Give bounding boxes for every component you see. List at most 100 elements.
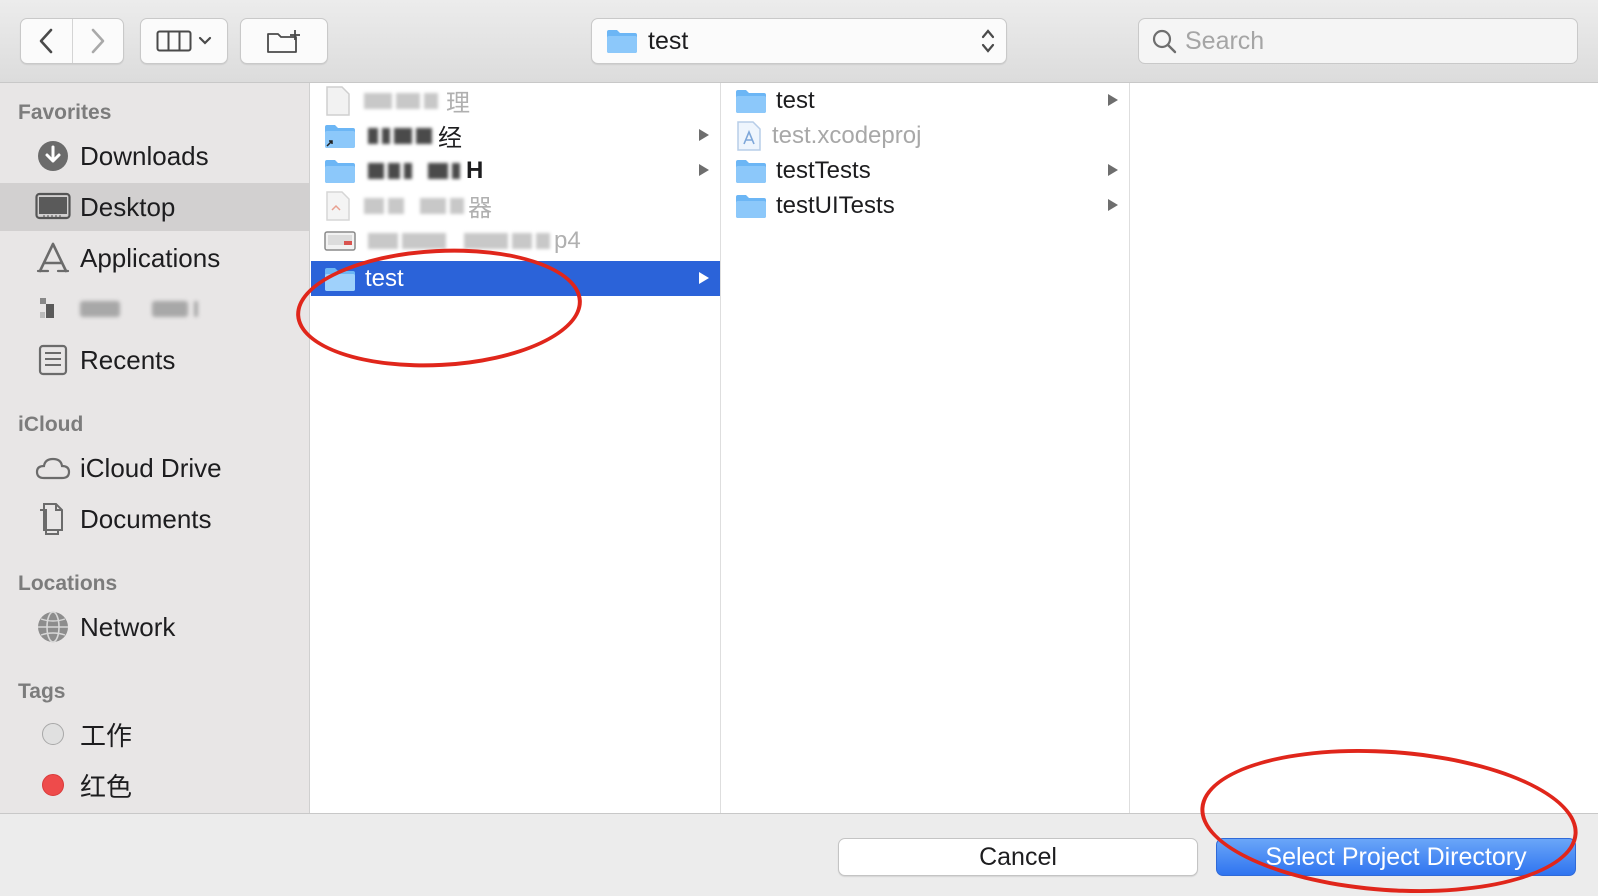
section-icloud: iCloud [18,413,84,436]
tag-gray-icon [42,723,64,745]
sidebar-item-label: Network [80,611,176,642]
search-field[interactable] [1138,18,1578,64]
file-name: testTests [776,156,871,184]
document-icon [326,190,350,221]
filename-fragment: 经 [438,125,462,152]
sidebar-item-downloads[interactable]: Downloads [0,132,309,180]
columns-view-icon [156,30,192,52]
file-row[interactable]: testUITests [722,188,1129,223]
cancel-button[interactable]: Cancel [838,838,1198,876]
chevron-down-icon [198,36,212,45]
file-row-selected[interactable]: test [311,261,720,296]
footer-bar: Cancel Select Project Directory [0,813,1598,896]
folder-icon [736,194,766,218]
sidebar-item-tag-red[interactable]: 红色 [0,761,309,809]
file-row[interactable]: test.xcodeproj [722,118,1129,153]
filename-fragment: 理 [446,90,470,117]
video-file-icon [324,230,356,251]
sidebar-item-label: iCloud Drive [80,452,222,483]
tag-icon-wrap [35,716,71,752]
applications-icon [35,240,71,276]
new-folder-icon [267,30,300,53]
documents-icon [35,501,71,537]
chevron-right-icon [91,28,105,54]
network-icon [35,609,71,645]
home-icon [35,291,71,327]
section-locations: Locations [18,572,118,595]
cloud-icon [35,450,71,486]
file-row[interactable]: 理 [311,83,720,118]
column-2: test test.xcodeproj testTests testUITest… [722,83,1130,813]
path-popup-button[interactable]: test [591,18,1007,64]
chevron-left-icon [39,28,53,54]
file-name: test [776,86,815,114]
sidebar-item-label: Recents [80,344,176,375]
document-icon [326,85,350,116]
sidebar-item-applications[interactable]: Applications [0,234,309,282]
tag-icon-wrap [35,767,71,803]
stepper-icon [981,29,995,53]
sidebar-item-label: Documents [80,503,212,534]
filename-fragment: p4 [554,226,581,254]
search-input[interactable] [1185,26,1565,56]
disclosure-arrow-icon [1108,199,1118,211]
sidebar-item-redacted[interactable] [0,285,309,333]
file-row[interactable]: p4 [311,223,720,258]
file-row[interactable]: 器 [311,188,720,223]
downloads-icon [35,138,71,174]
nav-button-group [20,18,124,64]
redacted-filename [368,232,554,249]
filename-fragment: 器 [468,195,492,222]
disclosure-arrow-icon [1108,94,1118,106]
file-name: test.xcodeproj [772,121,922,149]
file-row[interactable]: test [722,83,1129,118]
section-tags: Tags [18,680,66,703]
folder-alias-icon [325,124,355,148]
sidebar-item-tag-work[interactable]: 工作 [0,710,309,758]
sidebar-item-recents[interactable]: Recents [0,336,309,384]
disclosure-arrow-icon [1108,164,1118,176]
sidebar-item-label: 工作 [80,720,133,751]
search-icon [1152,29,1177,54]
toolbar: test [0,0,1598,83]
disclosure-arrow-icon [699,129,709,141]
sidebar-item-desktop[interactable]: Desktop [0,183,309,231]
folder-icon [325,159,355,183]
select-project-directory-button[interactable]: Select Project Directory [1216,838,1576,876]
sidebar-item-label: 红色 [80,771,133,802]
section-favorites: Favorites [18,101,112,124]
forward-button[interactable] [71,19,124,63]
filename-fragment: H [466,156,484,184]
desktop-icon [35,189,71,225]
disclosure-arrow-icon [699,164,709,176]
redacted-filename [364,197,468,214]
redacted-filename [368,162,464,179]
sidebar-item-network[interactable]: Network [0,603,309,651]
recents-icon [35,342,71,378]
sidebar-item-documents[interactable]: Documents [0,495,309,543]
folder-icon [607,30,637,53]
xcodeproj-icon [737,120,761,151]
file-row[interactable]: testTests [722,153,1129,188]
new-folder-button[interactable] [240,18,328,64]
view-mode-button[interactable] [140,18,228,64]
file-name: test [365,264,404,292]
sidebar-item-label: Desktop [80,191,176,222]
path-label: test [648,26,689,55]
sidebar-item-label: Applications [80,242,221,273]
redacted-filename [368,127,436,144]
file-row[interactable]: 经 [311,118,720,153]
redacted-filename [364,92,442,109]
sidebar-item-label: Downloads [80,140,209,171]
redacted-label [80,301,204,317]
tag-red-icon [42,774,64,796]
disclosure-arrow-icon [699,272,709,284]
folder-icon [736,159,766,183]
sidebar-item-icloud-drive[interactable]: iCloud Drive [0,444,309,492]
folder-icon [325,267,355,291]
column-3 [1131,83,1598,813]
file-name: testUITests [776,191,895,219]
file-row[interactable]: H [311,153,720,188]
sidebar: Favorites Downloads Desktop Applications… [0,83,310,813]
back-button[interactable] [21,19,72,63]
